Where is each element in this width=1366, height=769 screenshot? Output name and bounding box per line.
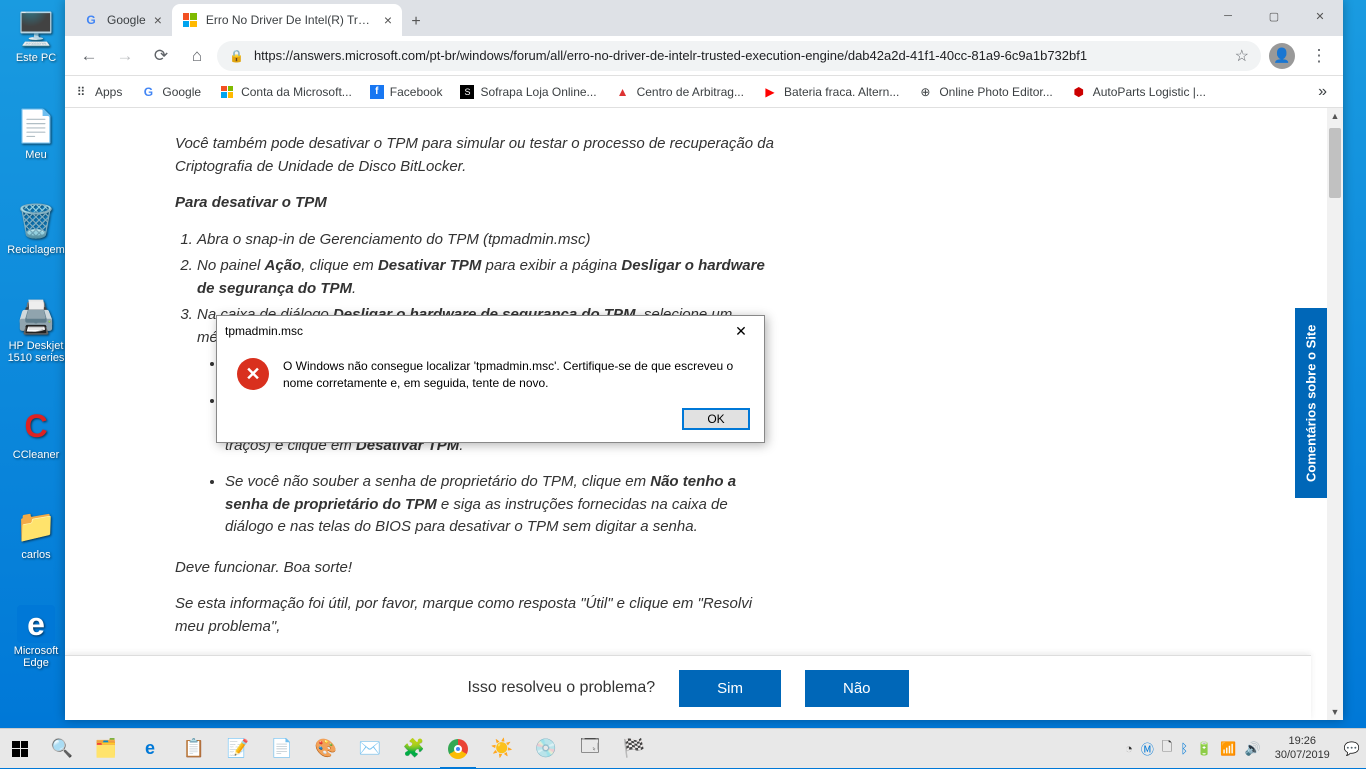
address-bar[interactable]: 🔒 https://answers.microsoft.com/pt-br/wi…: [217, 41, 1261, 71]
list-item: No painel Ação, clique em Desativar TPM …: [197, 255, 775, 300]
lock-icon: 🔒: [229, 49, 244, 63]
desktop-icon-ccleaner[interactable]: CCCleaner: [6, 405, 66, 461]
dialog-titlebar[interactable]: tpmadmin.msc ✕: [217, 316, 764, 346]
desktop-icon-meu[interactable]: 📄Meu: [6, 105, 66, 161]
autoparts-icon: ⬢: [1071, 84, 1087, 100]
tray-icon[interactable]: 🗋: [1162, 738, 1172, 760]
desktop-icon-hp-deskjet[interactable]: 🖨️HP Deskjet 1510 series: [6, 296, 66, 364]
feedback-no-button[interactable]: Não: [805, 670, 909, 707]
taskbar-app[interactable]: 📝: [216, 729, 260, 769]
back-button[interactable]: ←: [73, 40, 105, 72]
site-feedback-tab[interactable]: Comentários sobre o Site: [1295, 308, 1327, 498]
bookmark-star-icon[interactable]: ☆: [1235, 46, 1249, 66]
bookmark-autoparts[interactable]: ⬢AutoParts Logistic |...: [1071, 84, 1206, 100]
home-button[interactable]: ⌂: [181, 40, 213, 72]
bookmark-arbitragem[interactable]: ▲Centro de Arbitrag...: [615, 84, 744, 100]
taskbar-clock[interactable]: 19:26 30/07/2019: [1269, 735, 1336, 761]
taskbar-app[interactable]: ☀️: [480, 729, 524, 769]
sofrapa-icon: S: [460, 85, 474, 99]
taskbar: 🔍 🗂️ e 📋 📝 📄 🎨 ✉️ 🧩 ☀️ 💿 🗔 🏁 ◔ Ⓜ 🗋 ᛒ 🔋 📶…: [0, 728, 1366, 768]
tray-icon[interactable]: Ⓜ: [1141, 739, 1154, 758]
taskbar-mail[interactable]: ✉️: [348, 729, 392, 769]
bookmark-bateria[interactable]: ▶Bateria fraca. Altern...: [762, 84, 899, 100]
taskbar-app[interactable]: 💿: [524, 729, 568, 769]
dialog-close-button[interactable]: ✕: [726, 323, 756, 340]
ms-favicon: [182, 12, 198, 28]
tab-strip: G Google × Erro No Driver De Intel(R) Tr…: [65, 0, 1343, 36]
desktop-icon-este-pc[interactable]: 🖥️Este PC: [6, 8, 66, 64]
browser-toolbar: ← → ⟳ ⌂ 🔒 https://answers.microsoft.com/…: [65, 36, 1343, 76]
tab-google[interactable]: G Google ×: [73, 4, 172, 36]
bookmark-facebook[interactable]: fFacebook: [370, 85, 443, 99]
taskbar-edge[interactable]: e: [128, 729, 172, 769]
feedback-yes-button[interactable]: Sim: [679, 670, 781, 707]
dialog-title-text: tpmadmin.msc: [225, 324, 303, 338]
close-tab-icon[interactable]: ×: [384, 12, 392, 28]
scroll-down-icon[interactable]: ▼: [1327, 704, 1343, 720]
taskbar-app[interactable]: 🏁: [612, 729, 656, 769]
new-tab-button[interactable]: +: [402, 8, 430, 36]
taskbar-app[interactable]: 🗔: [568, 729, 612, 769]
forward-button[interactable]: →: [109, 40, 141, 72]
taskbar-app[interactable]: 📄: [260, 729, 304, 769]
error-icon: ✕: [237, 358, 269, 390]
start-button[interactable]: [0, 729, 40, 769]
window-controls: ─ ▢ ✕: [1205, 0, 1343, 32]
taskbar-chrome[interactable]: [436, 729, 480, 769]
article-closing: Deve funcionar. Boa sorte!: [175, 557, 775, 580]
list-item: Se você não souber a senha de proprietár…: [225, 471, 775, 539]
apps-icon: ⠿: [73, 84, 89, 100]
battery-icon[interactable]: 🔋: [1196, 741, 1212, 757]
desktop-icon-reciclagem[interactable]: 🗑️Reciclagem: [6, 200, 66, 256]
profile-avatar[interactable]: 👤: [1269, 43, 1295, 69]
bluetooth-icon[interactable]: ᛒ: [1180, 741, 1188, 756]
bookmark-photo-editor[interactable]: ⊕Online Photo Editor...: [917, 84, 1052, 100]
tray-icon[interactable]: ◔: [1125, 741, 1133, 756]
close-window-button[interactable]: ✕: [1297, 0, 1343, 32]
photo-editor-icon: ⊕: [917, 84, 933, 100]
notifications-icon[interactable]: 💬: [1344, 741, 1360, 757]
ms-icon: [219, 84, 235, 100]
taskbar-app[interactable]: 🧩: [392, 729, 436, 769]
feedback-question: Isso resolveu o problema?: [467, 679, 655, 697]
scroll-up-icon[interactable]: ▲: [1327, 108, 1343, 124]
bookmarks-overflow[interactable]: »: [1318, 83, 1335, 101]
desktop-icon-carlos[interactable]: 📁carlos: [6, 505, 66, 561]
desktop-icon-edge[interactable]: eMicrosoft Edge: [6, 605, 66, 669]
taskbar-app[interactable]: 📋: [172, 729, 216, 769]
arbitragem-icon: ▲: [615, 84, 631, 100]
google-icon: G: [140, 84, 156, 100]
bookmark-apps[interactable]: ⠿Apps: [73, 84, 122, 100]
error-dialog: tpmadmin.msc ✕ ✕ O Windows não consegue …: [216, 315, 765, 443]
system-tray: ◔ Ⓜ 🗋 ᛒ 🔋 📶 🔊 19:26 30/07/2019 💬: [1125, 735, 1366, 761]
google-favicon: G: [83, 12, 99, 28]
menu-button[interactable]: ⋮: [1303, 40, 1335, 72]
youtube-icon: ▶: [762, 84, 778, 100]
volume-icon[interactable]: 🔊: [1245, 741, 1261, 757]
article-heading: Para desativar o TPM: [175, 194, 327, 211]
list-item: Abra o snap-in de Gerenciamento do TPM (…: [197, 229, 775, 252]
facebook-icon: f: [370, 85, 384, 99]
article-intro: Você também pode desativar o TPM para si…: [175, 133, 775, 178]
dialog-ok-button[interactable]: OK: [682, 408, 750, 430]
close-tab-icon[interactable]: ×: [154, 12, 162, 28]
article-footer: Se esta informação foi útil, por favor, …: [175, 593, 775, 638]
taskbar-app[interactable]: 🎨: [304, 729, 348, 769]
reload-button[interactable]: ⟳: [145, 40, 177, 72]
bookmarks-bar: ⠿Apps GGoogle Conta da Microsoft... fFac…: [65, 76, 1343, 108]
dialog-message: O Windows não consegue localizar 'tpmadm…: [283, 358, 744, 392]
taskbar-search[interactable]: 🔍: [40, 729, 84, 769]
bookmark-sofrapa[interactable]: SSofrapa Loja Online...: [460, 85, 596, 99]
windows-logo-icon: [12, 741, 28, 757]
bookmark-microsoft[interactable]: Conta da Microsoft...: [219, 84, 352, 100]
bookmark-google[interactable]: GGoogle: [140, 84, 201, 100]
scroll-thumb[interactable]: [1329, 128, 1341, 198]
scrollbar[interactable]: ▲ ▼: [1327, 108, 1343, 720]
feedback-bar: Isso resolveu o problema? Sim Não: [65, 655, 1311, 720]
wifi-icon[interactable]: 📶: [1220, 741, 1236, 757]
maximize-button[interactable]: ▢: [1251, 0, 1297, 32]
tab-active[interactable]: Erro No Driver De Intel(R) Trustec ×: [172, 4, 402, 36]
minimize-button[interactable]: ─: [1205, 0, 1251, 32]
taskbar-explorer[interactable]: 🗂️: [84, 729, 128, 769]
